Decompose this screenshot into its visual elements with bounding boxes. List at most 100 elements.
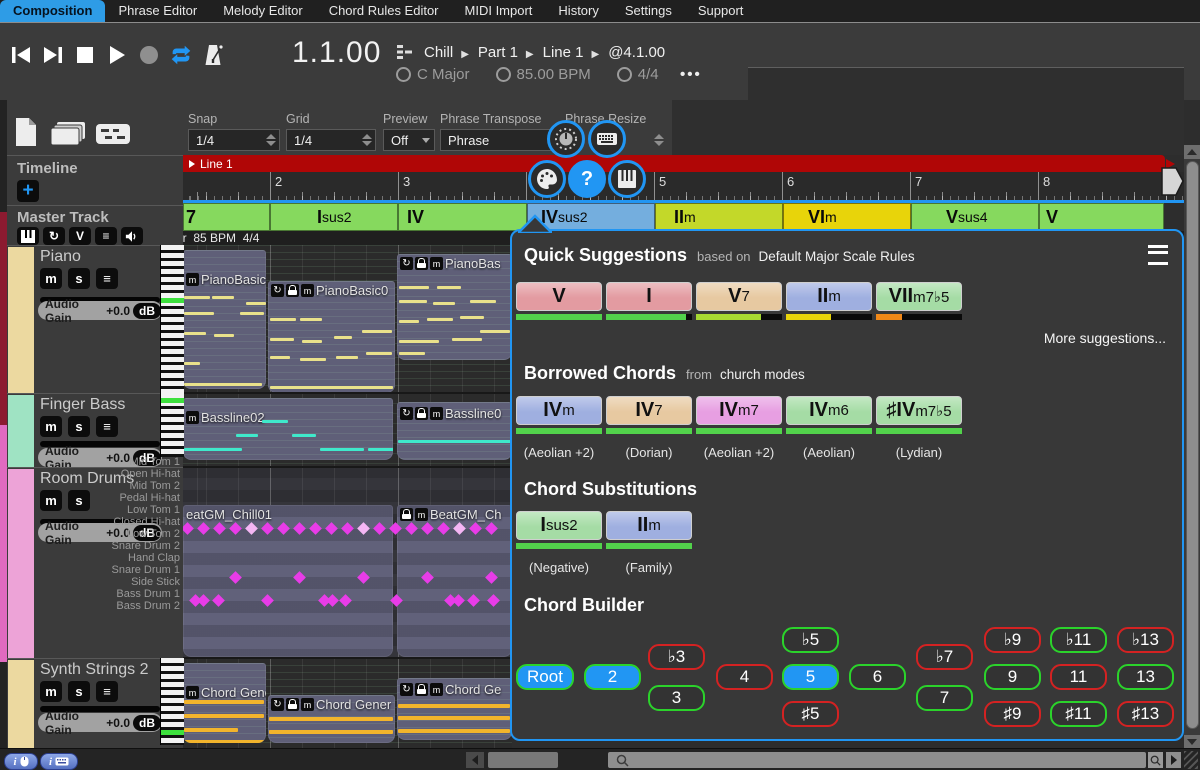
piano-keyboard-strip[interactable] xyxy=(160,245,184,393)
tab-melody-editor[interactable]: Melody Editor xyxy=(210,0,315,22)
builder-6-button[interactable]: 6 xyxy=(849,664,906,690)
clip-mute-icon[interactable]: m xyxy=(186,686,199,699)
borrowed-chord-button[interactable]: ♯IVm7♭5 xyxy=(876,396,962,425)
builder-root-button[interactable]: Root xyxy=(516,664,574,690)
quick-suggestion-button[interactable]: I xyxy=(606,282,692,311)
spinner-icon[interactable] xyxy=(362,134,372,146)
bpm-selector[interactable]: 85.00 BPM xyxy=(496,66,591,83)
knob-tool-button[interactable] xyxy=(547,120,585,158)
arrangement-tree-icon[interactable] xyxy=(396,44,413,60)
zoom-search-button[interactable] xyxy=(1148,752,1163,768)
help-button[interactable]: ? xyxy=(568,160,606,198)
borrowed-chord-button[interactable]: IVm6 xyxy=(786,396,872,425)
skip-start-button[interactable] xyxy=(8,42,34,68)
builder-flat-9-button[interactable]: ♭9 xyxy=(984,627,1041,653)
master-piano-button[interactable] xyxy=(17,227,39,245)
keyboard-help-button[interactable]: i xyxy=(40,753,78,770)
clip-mute-icon[interactable]: m xyxy=(301,698,314,711)
master-menu-button[interactable]: ≡ xyxy=(95,227,117,245)
add-timeline-button[interactable]: + xyxy=(17,180,39,202)
builder-7-button[interactable]: 7 xyxy=(916,685,973,711)
clip-mute-icon[interactable]: m xyxy=(430,407,443,420)
builder-flat-11-button[interactable]: ♭11 xyxy=(1050,627,1107,653)
mute-button[interactable]: m xyxy=(40,681,62,702)
mute-button[interactable]: m xyxy=(40,416,62,437)
open-files-icon[interactable] xyxy=(49,121,87,147)
tab-history[interactable]: History xyxy=(545,0,611,22)
track-header-piano[interactable]: Pianoms≡Audio Gain+0.0dB xyxy=(7,245,183,393)
preview-select[interactable]: Off xyxy=(383,129,435,151)
track-header-synth-strings-2[interactable]: Synth Strings 2ms≡Audio Gain+0.0dB xyxy=(7,658,183,748)
palette-button[interactable] xyxy=(528,160,566,198)
spinner-icon[interactable] xyxy=(266,134,276,146)
skip-end-button[interactable] xyxy=(40,42,66,68)
builder-sharp-11-button[interactable]: ♯11 xyxy=(1050,701,1107,727)
track-menu-button[interactable]: ≡ xyxy=(96,416,118,437)
tab-composition[interactable]: Composition xyxy=(0,0,105,22)
builder-13-button[interactable]: 13 xyxy=(1117,664,1174,690)
quick-suggestion-button[interactable]: V xyxy=(516,282,602,311)
builder-9-button[interactable]: 9 xyxy=(984,664,1041,690)
track-menu-button[interactable]: ≡ xyxy=(96,681,118,702)
more-suggestions-link[interactable]: More suggestions... xyxy=(1044,330,1166,346)
piano-tool-button[interactable] xyxy=(608,160,646,198)
builder-sharp-9-button[interactable]: ♯9 xyxy=(984,701,1041,727)
master-V-button[interactable]: V xyxy=(69,227,91,245)
tab-phrase-editor[interactable]: Phrase Editor xyxy=(105,0,210,22)
clip-mute-icon[interactable]: m xyxy=(430,257,443,270)
quick-suggestion-button[interactable]: V7 xyxy=(696,282,782,311)
builder-flat-3-button[interactable]: ♭3 xyxy=(648,644,705,670)
tab-settings[interactable]: Settings xyxy=(612,0,685,22)
tab-support[interactable]: Support xyxy=(685,0,757,22)
playhead-end-marker[interactable] xyxy=(1155,166,1185,198)
builder-4-button[interactable]: 4 xyxy=(716,664,773,690)
builder-flat-7-button[interactable]: ♭7 xyxy=(916,644,973,670)
audio-gain-control[interactable]: Audio Gain+0.0dB xyxy=(38,713,162,732)
builder-11-button[interactable]: 11 xyxy=(1050,664,1107,690)
piano-keyboard-strip[interactable] xyxy=(160,393,184,457)
clip-bass[interactable]: ↻mBassline0 xyxy=(397,402,512,460)
search-bar[interactable] xyxy=(608,752,1146,768)
grid-select[interactable]: 1/4 xyxy=(286,129,376,151)
resize-grip[interactable] xyxy=(1184,751,1198,769)
borrowed-chord-button[interactable]: IVm xyxy=(516,396,602,425)
master-chord-block[interactable]: 7 xyxy=(183,203,270,231)
builder-2-button[interactable]: 2 xyxy=(584,664,641,690)
master-chord-block[interactable]: V xyxy=(1039,203,1164,231)
key-selector[interactable]: C Major xyxy=(396,66,470,83)
clip-piano[interactable]: mPianoBasic0 xyxy=(183,250,266,389)
audio-gain-control[interactable]: Audio Gain+0.0dB xyxy=(38,301,162,320)
clip-mute-icon[interactable]: m xyxy=(186,273,199,286)
quick-suggestion-button[interactable]: VIIm7♭5 xyxy=(876,282,962,311)
mute-button[interactable]: m xyxy=(40,268,62,289)
breadcrumb-position[interactable]: @4.1.00 xyxy=(592,44,666,61)
breadcrumb[interactable]: Chill Part 1 Line 1 @4.1.00 xyxy=(420,44,669,61)
bar-ruler[interactable]: 2345678 xyxy=(183,172,1184,201)
timeline-line-bar[interactable]: Line 1 xyxy=(183,155,1165,172)
meter-selector[interactable]: 4/4 xyxy=(617,66,659,83)
loop-button[interactable] xyxy=(168,42,194,68)
clip-mute-icon[interactable]: m xyxy=(430,683,443,696)
clip-strings[interactable]: mChord Gener xyxy=(183,663,266,743)
scroll-right-button[interactable] xyxy=(1166,752,1181,768)
panel-menu-icon[interactable] xyxy=(1148,245,1168,265)
master-loop-button[interactable]: ↻ xyxy=(43,227,65,245)
borrowed-chord-button[interactable]: IV7 xyxy=(606,396,692,425)
clip-mute-icon[interactable]: m xyxy=(186,411,199,424)
borrowed-chord-button[interactable]: IVm7 xyxy=(696,396,782,425)
builder-sharp-13-button[interactable]: ♯13 xyxy=(1117,701,1174,727)
clip-piano[interactable]: ↻mPianoBasic0 xyxy=(268,281,395,393)
stop-button[interactable] xyxy=(72,42,98,68)
substitution-button[interactable]: Isus2 xyxy=(516,511,602,540)
builder-flat-5-button[interactable]: ♭5 xyxy=(782,627,839,653)
master-chord-block[interactable]: Isus2 xyxy=(270,203,398,231)
pattern-clip-icon[interactable] xyxy=(95,123,131,145)
scroll-up-button[interactable] xyxy=(1184,145,1200,159)
breadcrumb-song[interactable]: Chill xyxy=(424,44,453,61)
more-options-button[interactable]: ••• xyxy=(680,66,702,83)
spinner-icon[interactable] xyxy=(654,134,664,146)
master-chord-block[interactable]: VIm xyxy=(783,203,911,231)
substitution-button[interactable]: IIm xyxy=(606,511,692,540)
solo-button[interactable]: s xyxy=(68,416,90,437)
record-button[interactable] xyxy=(136,42,162,68)
